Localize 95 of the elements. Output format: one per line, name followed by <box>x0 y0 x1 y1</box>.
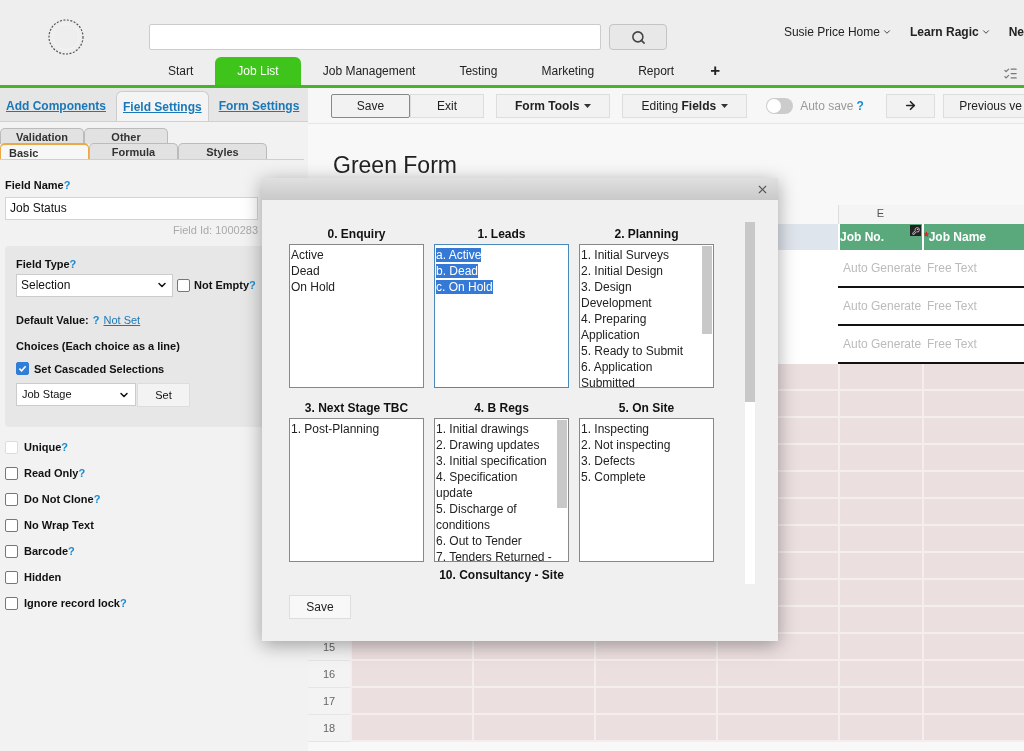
checkbox[interactable] <box>5 570 18 584</box>
choices-field[interactable]: 1. Post-Planning <box>289 418 424 562</box>
row-number: 18 <box>308 715 350 742</box>
not-set-link[interactable]: Not Set <box>103 311 141 328</box>
checkbox-label: Barcode? <box>24 543 75 559</box>
stage-title: 1. Leads <box>477 226 526 243</box>
checkbox[interactable] <box>177 278 190 292</box>
user-menu[interactable]: Susie Price Home <box>783 7 892 57</box>
table-cell[interactable] <box>594 715 716 742</box>
nav-tab[interactable]: Testing <box>437 57 520 85</box>
stage-title: 0. Enquiry <box>327 226 386 243</box>
sub-tab[interactable]: Styles <box>178 143 267 159</box>
cascade-field-select[interactable]: Job Stage <box>16 383 136 406</box>
search-button[interactable] <box>609 24 667 50</box>
search-icon <box>630 29 646 45</box>
nav-tab[interactable]: Job Management <box>300 57 438 85</box>
checkbox[interactable] <box>16 362 29 376</box>
checkbox-label: Not Empty? <box>194 277 256 293</box>
checkbox-label: No Wrap Text <box>24 517 94 533</box>
dropdown-button[interactable]: Form Tools <box>496 93 611 118</box>
dropdown-button[interactable]: Editing Fields <box>622 93 748 118</box>
caret-icon <box>721 103 729 108</box>
required-mark: * <box>924 229 929 246</box>
field-type-select[interactable]: Selection <box>16 273 173 297</box>
scrollbar[interactable] <box>557 420 567 508</box>
checkbox-label: Read Only? <box>24 465 86 481</box>
field-label: Choices (Each choice as a line) <box>16 339 181 354</box>
checkbox-label: Ignore record lock? <box>24 595 127 611</box>
sub-tab[interactable]: Validation <box>0 128 84 144</box>
stage-title: 4. B Regs <box>474 400 529 417</box>
table-cell[interactable] <box>838 715 922 742</box>
search-field[interactable] <box>149 24 601 50</box>
checkbox-label: Hidden <box>24 569 62 585</box>
help-link[interactable]: ? <box>856 98 864 113</box>
nav-tab[interactable]: Report <box>616 57 697 85</box>
save-button[interactable]: Save <box>289 595 351 619</box>
table-cell[interactable] <box>472 715 594 742</box>
table-cell[interactable] <box>922 364 1024 391</box>
add-tab-button[interactable]: + <box>696 57 735 85</box>
field-label: Default Value: <box>16 312 89 328</box>
caret-icon <box>980 27 991 37</box>
row-number: 17 <box>308 688 350 715</box>
sub-tab[interactable]: Formula <box>89 143 178 159</box>
auto-save-label: Auto save <box>800 97 854 115</box>
set-button[interactable]: Set <box>137 383 190 407</box>
scrollbar[interactable] <box>745 222 755 402</box>
scrollbar[interactable] <box>702 246 712 334</box>
checkbox[interactable] <box>5 466 18 480</box>
column-letter: E <box>838 205 922 224</box>
checkbox-label: Unique? <box>24 439 68 455</box>
list-icon[interactable] <box>1003 66 1018 81</box>
form-title: Green Form <box>333 151 458 179</box>
choices-field[interactable]: Active Dead On Hold <box>289 244 424 388</box>
choices-field[interactable]: 1. Initial Surveys 2. Initial Design 3. Design Development 4. Preparing Application 5. Ready to Submit 6. Application Submitted <box>579 244 714 388</box>
caret-icon <box>881 27 892 37</box>
checkbox[interactable] <box>5 518 18 532</box>
arrow-right-icon <box>904 99 918 112</box>
panel-tab[interactable]: Add Components <box>0 91 112 121</box>
stage-title: 10. Consultancy - Site <box>438 567 565 584</box>
panel-tab[interactable]: Field Settings <box>116 91 209 121</box>
row-number: 16 <box>308 661 350 688</box>
auto-save-toggle[interactable] <box>766 97 794 114</box>
choices-field[interactable]: 1. Inspecting 2. Not inspecting 3. Defects 5. Complete <box>579 418 714 562</box>
sub-tab[interactable]: Other <box>84 128 168 144</box>
checkbox-label: Do Not Clone? <box>24 491 101 507</box>
panel-tab[interactable]: Form Settings <box>212 91 306 121</box>
checkbox-label: Set Cascaded Selections <box>34 361 165 377</box>
user-menu[interactable]: Ne <box>1008 7 1024 57</box>
column-title: Job Name <box>928 229 987 246</box>
column-title: Job No. <box>840 229 884 246</box>
checkbox[interactable] <box>5 544 18 558</box>
user-menu[interactable]: Learn Ragic <box>909 7 991 57</box>
toolbar-button[interactable]: Exit <box>410 93 484 118</box>
checkmark-icon <box>18 364 27 374</box>
table-cell[interactable] <box>922 715 1024 742</box>
checkbox[interactable] <box>5 492 18 506</box>
nav-tab[interactable]: Marketing <box>519 57 617 85</box>
checkbox[interactable] <box>5 596 18 610</box>
stage-title: 2. Planning <box>614 226 679 243</box>
stage-title: 3. Next Stage TBC <box>304 400 409 417</box>
stage-title: 5. On Site <box>618 400 675 417</box>
sub-tab[interactable]: Basic <box>0 143 89 159</box>
logo-icon[interactable] <box>45 16 87 58</box>
nav-tab[interactable]: Start <box>146 57 216 85</box>
toolbar-button[interactable]: Save <box>331 93 410 118</box>
toolbar-button[interactable]: Previous ve <box>943 93 1024 118</box>
choices-field[interactable]: 1. Initial drawings 2. Drawing updates 3. Initial specification 4. Specification update 5. Discharge of conditions 6. Out to Tender 7. Tenders Returned - <box>434 418 569 562</box>
table-cell[interactable] <box>838 364 922 391</box>
choices-field[interactable]: a. Active b. Dead c. On Hold <box>434 244 569 388</box>
caret-icon <box>584 103 592 108</box>
table-cell[interactable] <box>716 715 838 742</box>
field-name-input[interactable]: Job Status <box>5 196 258 220</box>
field-id: Field Id: 1000283 <box>173 222 258 238</box>
table-cell[interactable] <box>350 715 472 742</box>
arrow-button[interactable] <box>886 93 936 118</box>
